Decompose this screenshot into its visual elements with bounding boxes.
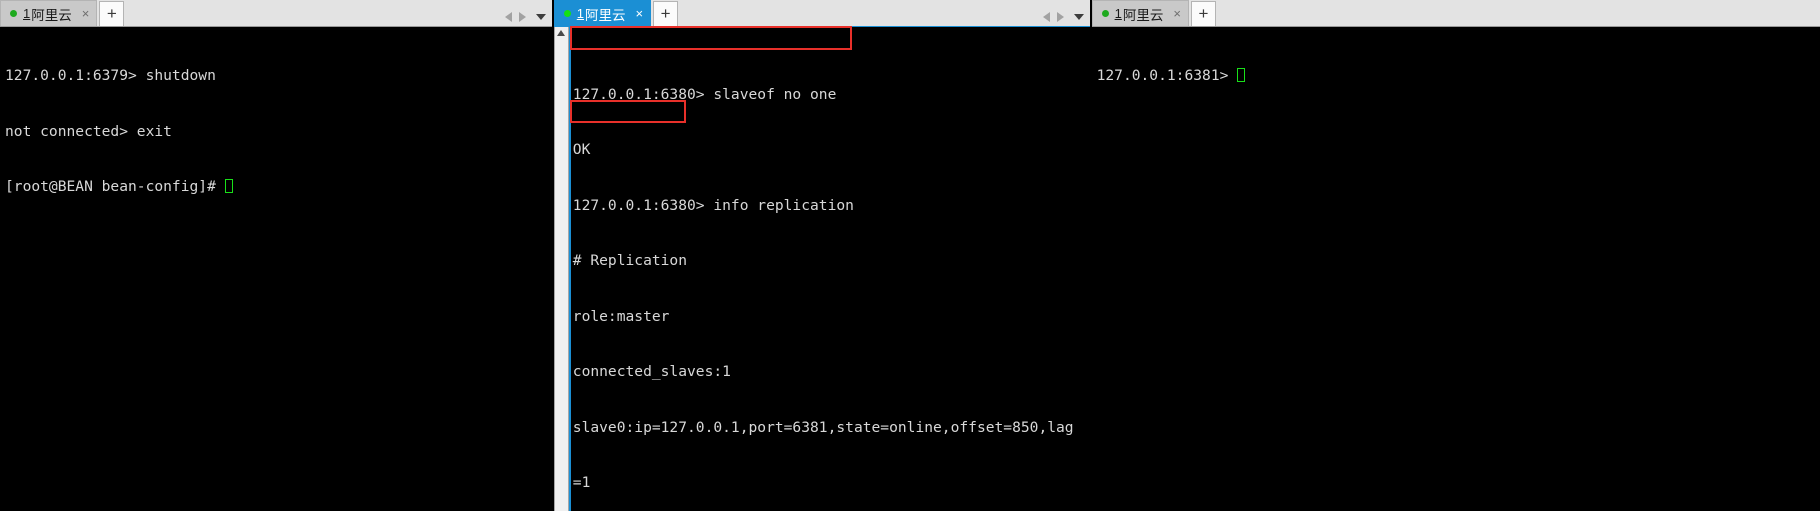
terminal-line: [root@BEAN bean-config]# xyxy=(5,178,552,197)
tab-scroll-left-icon[interactable] xyxy=(504,12,512,22)
terminal-line: =1 xyxy=(572,474,591,491)
new-tab-button-right[interactable]: + xyxy=(1190,1,1216,26)
tab-right-1-title: 阿里云 xyxy=(1122,7,1164,23)
terminal-cursor xyxy=(1237,68,1246,82)
tab-left-1[interactable]: 1 阿里云 × xyxy=(0,0,98,26)
tabbar-middle: 1 阿里云 × + xyxy=(553,0,1090,27)
tab-right-1[interactable]: 1 阿里云 × xyxy=(1091,0,1189,26)
terminal-panel-right: 1 阿里云 × + 127.0.0.1:6381> xyxy=(1091,0,1820,511)
terminal-area-right: 127.0.0.1:6381> xyxy=(1091,27,1820,511)
terminal-output-left[interactable]: 127.0.0.1:6379> shutdown not connected> … xyxy=(0,27,552,511)
terminal-panel-left: 1 阿里云 × + 127.0.0.1:6379> shutdown not c… xyxy=(0,0,552,511)
close-icon[interactable]: × xyxy=(82,7,90,20)
tab-right-1-number: 1 xyxy=(1114,6,1122,21)
tab-list-chevron-down-icon[interactable] xyxy=(1073,14,1084,20)
terminal-area-left: 127.0.0.1:6379> shutdown not connected> … xyxy=(0,27,552,511)
tab-list-chevron-down-icon[interactable] xyxy=(535,14,546,20)
tab-nav-left xyxy=(504,12,546,22)
terminal-area-middle: 127.0.0.1:6380> slaveof no one OK 127.0.… xyxy=(553,27,1090,511)
tab-middle-1-number: 1 xyxy=(576,6,585,21)
terminal-scrollbar-middle[interactable] xyxy=(553,27,569,511)
terminal-line: # Replication xyxy=(572,252,688,269)
terminal-line: 127.0.0.1:6381> xyxy=(1097,67,1820,86)
connection-status-dot-icon xyxy=(10,10,17,17)
tabbar-left: 1 阿里云 × + xyxy=(0,0,552,27)
tab-middle-1[interactable]: 1 阿里云 × xyxy=(553,0,652,26)
terminal-line: OK xyxy=(572,141,591,158)
terminal-prompt: [root@BEAN bean-config]# xyxy=(5,178,225,195)
tab-left-1-number: 1 xyxy=(23,6,31,21)
new-tab-button-left[interactable]: + xyxy=(99,1,125,26)
tab-nav-middle xyxy=(1042,12,1084,22)
close-icon[interactable]: × xyxy=(1173,7,1181,20)
close-icon[interactable]: × xyxy=(636,7,644,20)
terminal-output-right[interactable]: 127.0.0.1:6381> xyxy=(1091,27,1820,511)
terminal-line: slave0:ip=127.0.0.1,port=6381,state=onli… xyxy=(572,418,1074,436)
active-panel-edge xyxy=(568,27,571,511)
tabbar-right: 1 阿里云 × + xyxy=(1091,0,1820,27)
tab-scroll-right-icon[interactable] xyxy=(518,12,526,22)
terminal-line: 127.0.0.1:6380> info replication xyxy=(572,196,854,214)
terminal-line: connected_slaves:1 xyxy=(572,363,731,380)
terminal-output-middle[interactable]: 127.0.0.1:6380> slaveof no one OK 127.0.… xyxy=(568,27,1090,511)
connection-status-dot-icon xyxy=(1101,10,1109,17)
terminal-line: 127.0.0.1:6379> shutdown xyxy=(5,67,216,84)
tab-scroll-right-icon[interactable] xyxy=(1056,12,1064,22)
terminal-line: not connected> exit xyxy=(5,122,172,140)
new-tab-button-middle[interactable]: + xyxy=(653,1,679,26)
terminal-line: role:master xyxy=(572,307,670,325)
terminal-multiplexer-window: 1 阿里云 × + 127.0.0.1:6379> shutdown not c… xyxy=(0,0,1820,511)
connection-status-dot-icon xyxy=(563,10,571,17)
terminal-cursor xyxy=(224,179,233,193)
tab-scroll-left-icon[interactable] xyxy=(1042,12,1050,22)
scrollbar-track[interactable] xyxy=(554,36,568,511)
terminal-panel-middle: 1 阿里云 × + 127.0.0.1:6380> slaveof no one… xyxy=(553,0,1090,511)
tab-middle-1-title: 阿里云 xyxy=(585,7,626,23)
terminal-line: 127.0.0.1:6380> slaveof no one xyxy=(572,85,837,103)
tab-left-1-title: 阿里云 xyxy=(31,7,72,23)
terminal-prompt: 127.0.0.1:6381> xyxy=(1096,67,1238,84)
